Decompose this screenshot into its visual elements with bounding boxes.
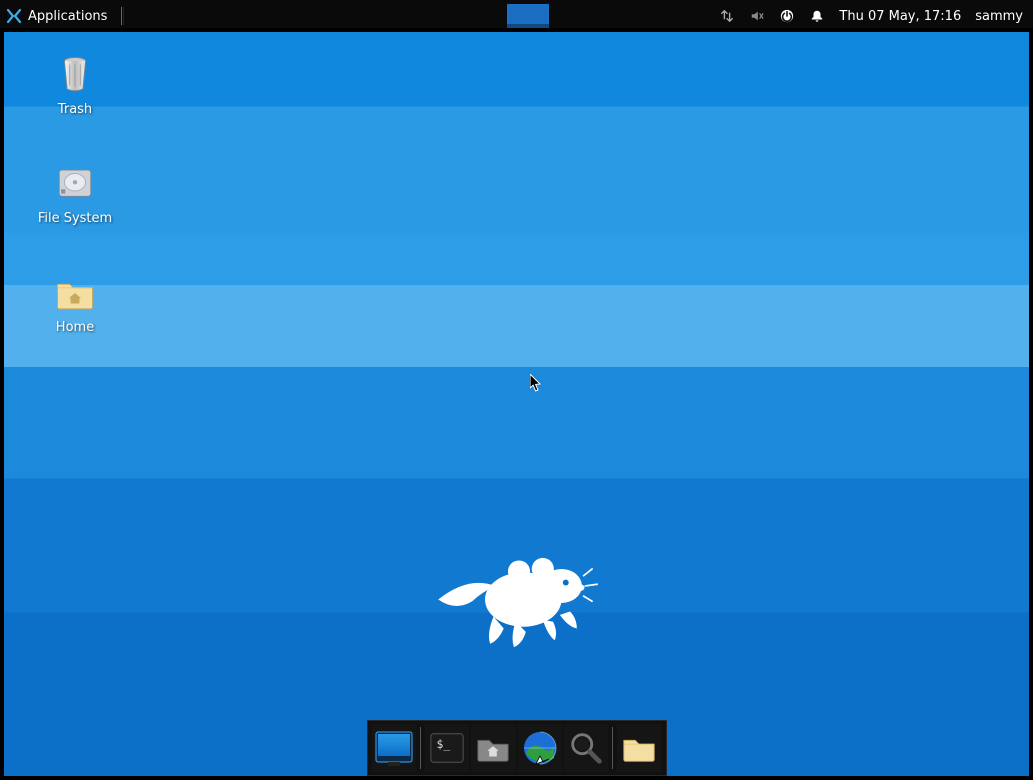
dock-file-manager[interactable] [471, 724, 515, 772]
dock-directory-menu[interactable] [617, 724, 661, 772]
desktop-icon-label: Trash [58, 102, 92, 117]
top-panel: Applications Thu 07 May, 17:16 [0, 0, 1033, 28]
desktop-icon-label: File System [38, 211, 112, 226]
svg-text:$_: $_ [437, 737, 451, 751]
bottom-dock: $_ [367, 720, 667, 776]
home-folder-icon [54, 272, 96, 314]
applications-menu[interactable]: Applications [0, 4, 128, 28]
dock-web-browser[interactable] [518, 724, 562, 772]
desktop-icon-label: Home [56, 320, 94, 335]
dock-show-desktop[interactable] [372, 724, 416, 772]
power-icon[interactable] [779, 8, 795, 24]
trash-icon [54, 54, 96, 96]
dock-separator [420, 727, 421, 769]
drive-icon [54, 163, 96, 205]
desktop-icon-file-system[interactable]: File System [20, 163, 130, 226]
desktop-icon-trash[interactable]: Trash [20, 54, 130, 117]
desktop-icons: Trash File System Home [20, 54, 130, 335]
panel-status-area: Thu 07 May, 17:16 sammy [709, 4, 1033, 28]
panel-separator [121, 7, 122, 25]
volume-muted-icon[interactable] [749, 8, 765, 24]
user-menu[interactable]: sammy [975, 9, 1023, 24]
desktop-icon-home[interactable]: Home [20, 272, 130, 335]
network-icon[interactable] [719, 8, 735, 24]
workspace-switcher[interactable] [507, 4, 549, 28]
desktop[interactable]: Trash File System Home [4, 32, 1029, 776]
xfce-logo-icon [6, 8, 22, 24]
clock[interactable]: Thu 07 May, 17:16 [839, 9, 961, 24]
dock-terminal[interactable]: $_ [425, 724, 469, 772]
dock-app-finder[interactable] [564, 724, 608, 772]
applications-menu-label: Applications [28, 9, 107, 24]
mouse-cursor-icon [530, 374, 542, 392]
dock-separator [612, 727, 613, 769]
notifications-icon[interactable] [809, 8, 825, 24]
xfce-mouse-wallpaper-icon [434, 532, 604, 662]
